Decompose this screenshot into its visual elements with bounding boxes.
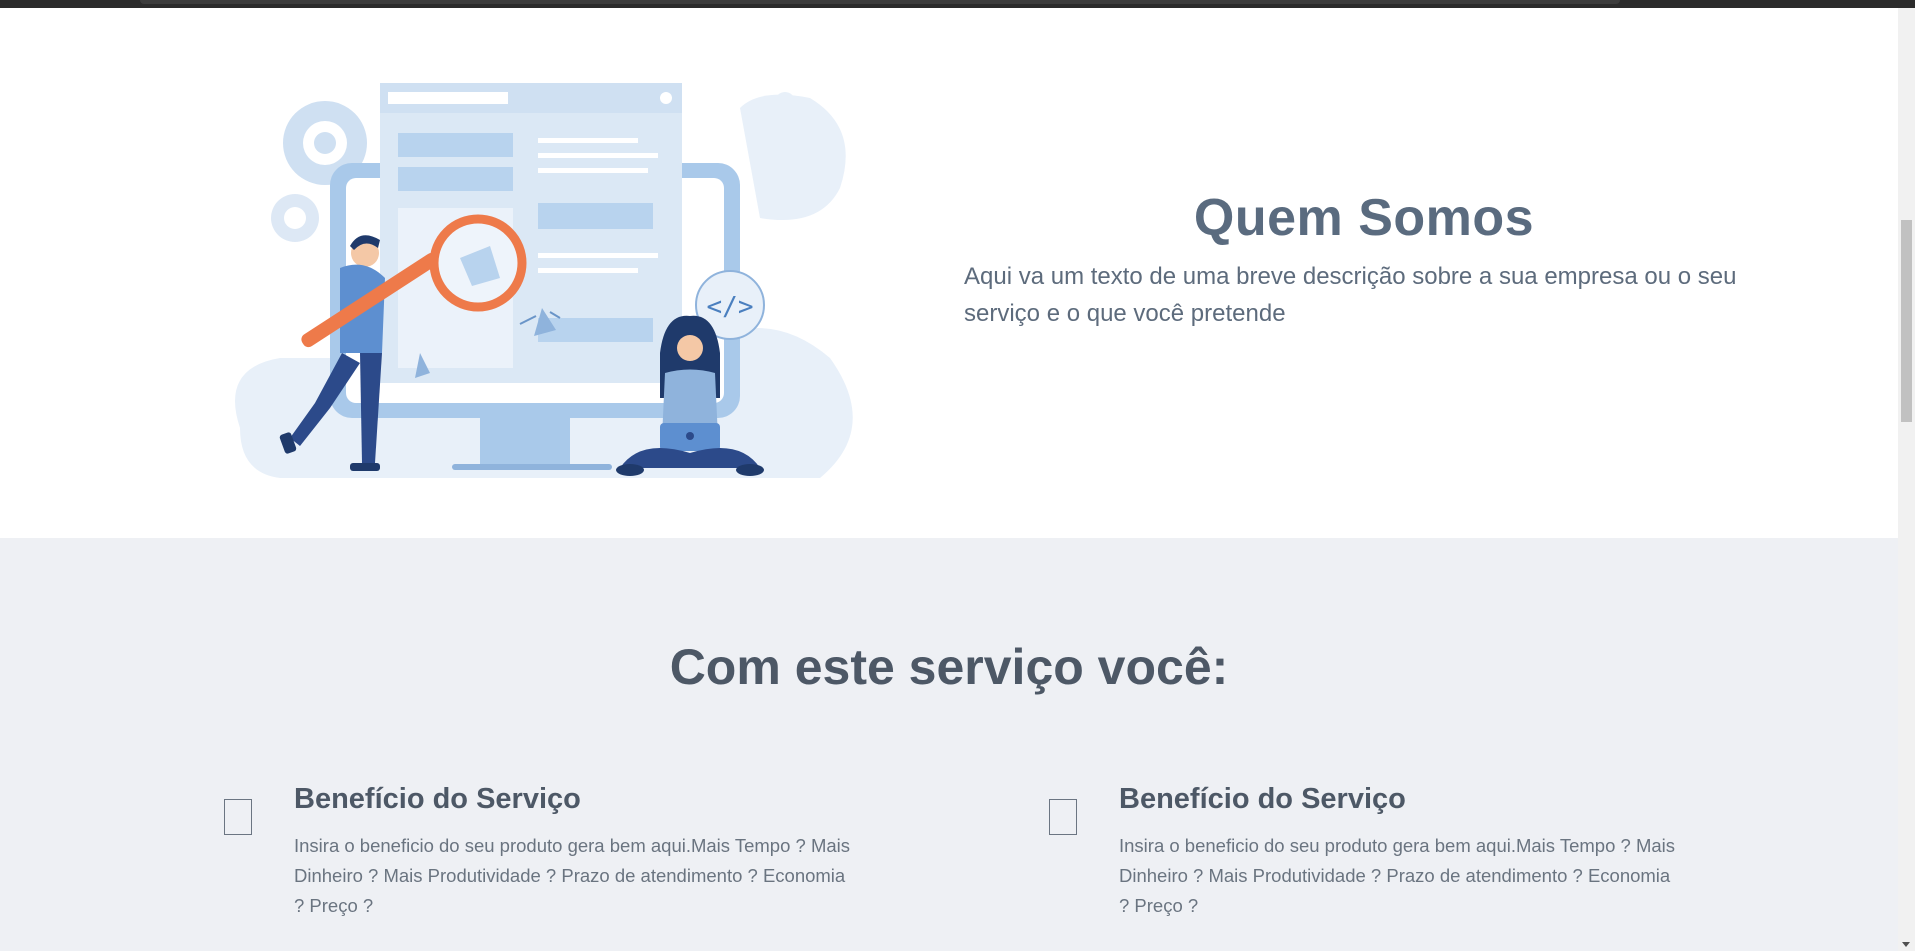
benefit-icon (224, 799, 252, 835)
about-text-block: Quem Somos Aqui va um texto de uma breve… (964, 188, 1764, 332)
browser-top-edge (0, 0, 1915, 8)
page-content: </> Quem Somos Aqui va um texto de uma b… (0, 8, 1898, 951)
vertical-scrollbar[interactable] (1898, 8, 1915, 951)
benefit-title: Benefício do Serviço (294, 783, 581, 815)
gear-small-icon (271, 194, 319, 242)
about-title: Quem Somos (1193, 189, 1535, 247)
browser-window-graphic (380, 83, 682, 383)
svg-text:</>: </> (707, 292, 754, 322)
about-description: Aqui va um texto de uma breve descrição … (964, 263, 1737, 327)
benefit-title: Benefício do Serviço (1119, 783, 1406, 815)
hero-illustration: </> (235, 83, 853, 478)
benefit-icon (1049, 799, 1077, 835)
scrollbar-thumb[interactable] (1901, 220, 1912, 422)
benefit-description: Insira o beneficio do seu produto gera b… (1119, 835, 1676, 916)
about-section: </> Quem Somos Aqui va um texto de uma b… (0, 8, 1898, 538)
scroll-down-arrow-icon[interactable] (1902, 942, 1910, 947)
benefits-title: Com este serviço você: (669, 639, 1229, 695)
benefits-section: Com este serviço você: Benefício do Serv… (0, 538, 1898, 951)
benefit-description: Insira o beneficio do seu produto gera b… (294, 835, 851, 916)
